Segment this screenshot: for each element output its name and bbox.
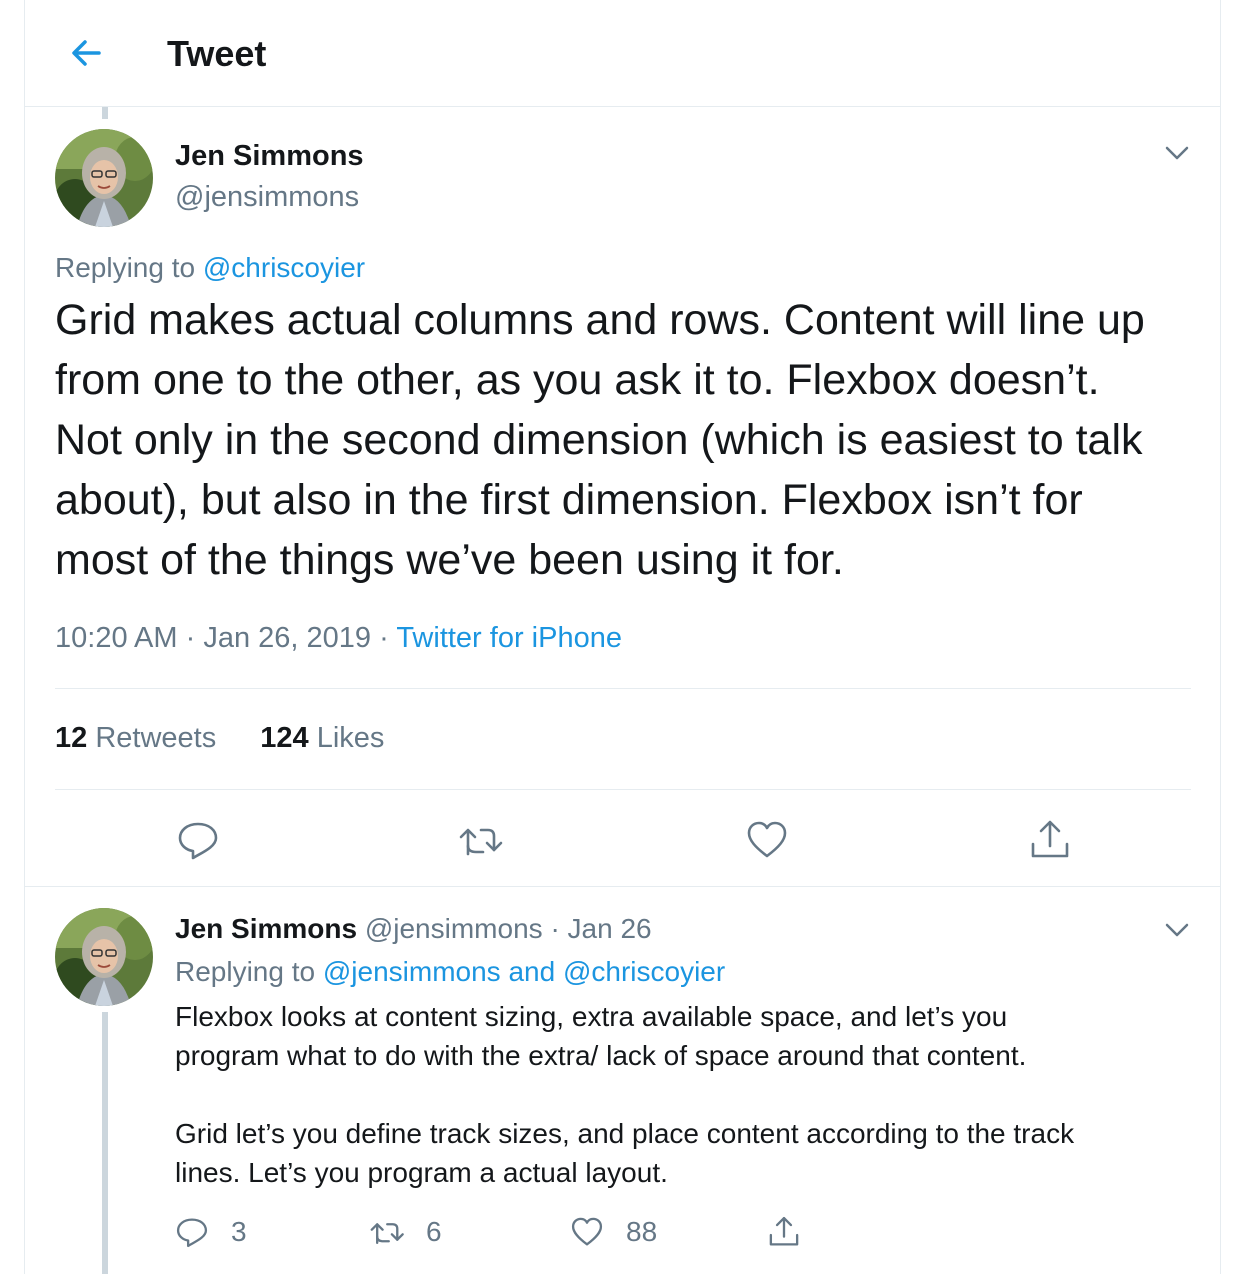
divider xyxy=(55,688,1191,689)
tweet-page: Tweet Jen Simmons @jensimmons Replying t… xyxy=(24,0,1221,1274)
reply-button[interactable] xyxy=(176,818,220,862)
retweet-icon xyxy=(370,1222,404,1244)
page-title: Tweet xyxy=(167,33,267,74)
replying-to-label: Replying to xyxy=(175,956,316,987)
tweet-time[interactable]: 10:20 AM xyxy=(55,622,178,654)
replying-to-link[interactable]: @chriscoyier xyxy=(203,252,365,283)
retweet-count: 6 xyxy=(426,1215,442,1247)
reply-text-line: Grid let’s you define track sizes, and p… xyxy=(175,1118,1075,1149)
avatar[interactable] xyxy=(55,129,153,227)
replying-to: Replying to @chriscoyier xyxy=(55,252,365,284)
tweet-text-line: from one to the other, as you ask it to.… xyxy=(55,356,1100,404)
meta-dot: · xyxy=(550,913,560,944)
retweet-icon xyxy=(459,828,503,856)
reply-text-line: program what to do with the extra/ lack … xyxy=(175,1040,1027,1071)
reply-like-button[interactable]: 88 xyxy=(570,1214,657,1254)
tweet-separator xyxy=(25,886,1220,887)
avatar-image xyxy=(55,908,153,1006)
page-header: Tweet xyxy=(25,0,1220,107)
tweet-source[interactable]: Twitter for iPhone xyxy=(396,622,622,654)
reply-date[interactable]: Jan 26 xyxy=(568,913,652,944)
share-icon xyxy=(769,1216,799,1246)
reply-paragraph: Grid let’s you define track sizes, and p… xyxy=(175,1114,1205,1192)
tweet-date[interactable]: Jan 26, 2019 xyxy=(203,622,371,654)
like-icon xyxy=(747,821,787,858)
reply-paragraph: Flexbox looks at content sizing, extra a… xyxy=(175,997,1205,1075)
like-count: 88 xyxy=(626,1215,658,1247)
reply-icon xyxy=(178,822,218,860)
back-button[interactable] xyxy=(63,30,109,76)
likes-label: Likes xyxy=(316,722,385,754)
meta-dot: · xyxy=(379,622,389,654)
tweet-stats: 12 Retweets 124 Likes xyxy=(55,722,420,755)
like-button[interactable] xyxy=(745,818,789,862)
chevron-down-icon xyxy=(1165,146,1189,160)
reply-share-button[interactable] xyxy=(767,1214,801,1254)
retweets-label: Retweets xyxy=(95,722,217,754)
tweet-meta: 10:20 AM · Jan 26, 2019 · Twitter for iP… xyxy=(55,622,622,655)
share-icon xyxy=(1031,820,1069,858)
tweet-menu-button[interactable] xyxy=(1162,143,1192,163)
likes-stat[interactable]: 124 Likes xyxy=(260,722,384,755)
tweet-text-line: most of the things we’ve been using it f… xyxy=(55,536,844,584)
reply-count: 3 xyxy=(231,1215,247,1247)
retweets-stat[interactable]: 12 Retweets xyxy=(55,722,216,755)
divider xyxy=(55,789,1191,790)
reply-author-name[interactable]: Jen Simmons xyxy=(175,913,357,944)
tweet-text: Grid makes actual columns and rows. Cont… xyxy=(55,290,1205,590)
thread-connector-top xyxy=(102,107,108,119)
reply-icon xyxy=(176,1218,208,1247)
tweet-text-line: Not only in the second dimension (which … xyxy=(55,416,1143,464)
reply-text-line: lines. Let’s you program a actual layout… xyxy=(175,1157,668,1188)
retweets-count: 12 xyxy=(55,722,88,754)
reply-menu-button[interactable] xyxy=(1162,920,1192,940)
tweet-text-line: Grid makes actual columns and rows. Cont… xyxy=(55,296,1145,344)
reply-header: Jen Simmons @jensimmons · Jan 26 xyxy=(175,913,652,945)
reply-text: Flexbox looks at content sizing, extra a… xyxy=(175,997,1205,1192)
replying-to-link[interactable]: @jensimmons and @chriscoyier xyxy=(323,956,725,987)
meta-dot: · xyxy=(185,622,196,654)
reply-avatar[interactable] xyxy=(55,908,153,1006)
author-name[interactable]: Jen Simmons xyxy=(175,140,364,173)
reply-replying-to: Replying to @jensimmons and @chriscoyier xyxy=(175,956,725,988)
like-icon xyxy=(571,1217,603,1246)
retweet-button[interactable] xyxy=(457,818,507,862)
reply-reply-button[interactable]: 3 xyxy=(175,1214,247,1254)
tweet-text-line: about), but also in the first dimension.… xyxy=(55,476,1083,524)
avatar-image xyxy=(55,129,153,227)
chevron-down-icon xyxy=(1165,923,1189,937)
author-handle[interactable]: @jensimmons xyxy=(175,181,359,214)
arrow-left-icon xyxy=(72,40,101,66)
reply-text-line: Flexbox looks at content sizing, extra a… xyxy=(175,1001,1008,1032)
replying-to-label: Replying to xyxy=(55,252,196,283)
thread-line xyxy=(102,1012,108,1274)
likes-count: 124 xyxy=(260,722,309,754)
reply-retweet-button[interactable]: 6 xyxy=(368,1214,442,1254)
reply-author-handle[interactable]: @jensimmons xyxy=(365,913,543,944)
share-button[interactable] xyxy=(1028,818,1072,862)
